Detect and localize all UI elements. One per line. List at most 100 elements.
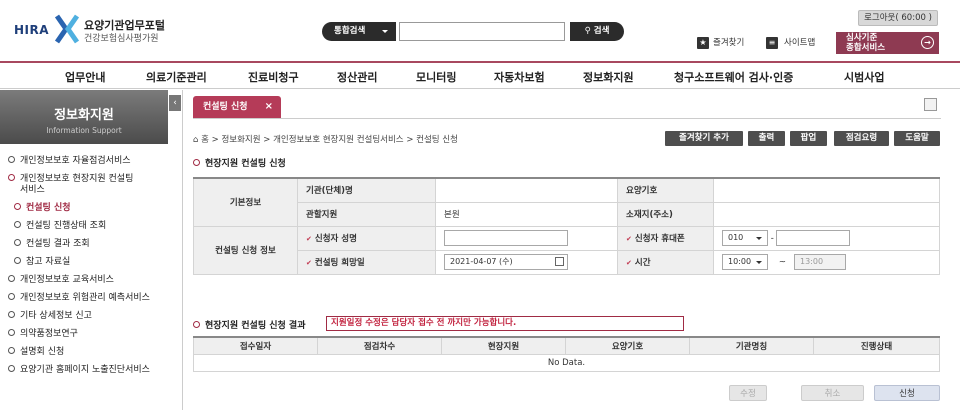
sidebar-item[interactable]: 의약품정보연구 <box>8 329 78 340</box>
circle-bullet-icon <box>8 293 15 300</box>
search-button-label: 검색 <box>593 26 610 36</box>
home-icon[interactable]: ⌂ <box>193 135 201 145</box>
date-input[interactable]: 2021-04-07 (수) <box>444 254 568 270</box>
arrow-right-icon: → <box>921 36 934 49</box>
circle-bullet-icon <box>8 174 15 181</box>
applicant-label: 신청자 성명 <box>297 225 436 251</box>
gnb-item[interactable]: 모니터링 <box>416 69 456 85</box>
required-mark-icon <box>306 258 315 268</box>
sidebar-title: 정보화지원 <box>54 108 114 123</box>
popup-button[interactable]: 팝업 <box>790 131 827 146</box>
phone-number-input[interactable] <box>776 230 851 246</box>
time-start-select[interactable]: 10:00 <box>722 254 768 270</box>
global-search: 통합검색 ⚲ 검색 <box>322 22 624 41</box>
gnb-item[interactable]: 자동차보험 <box>494 69 545 85</box>
close-icon[interactable]: × <box>265 96 273 118</box>
sidebar-item[interactable]: 개인정보보호 자율점검서비스 <box>8 156 131 167</box>
column-header: 기관명칭 <box>689 336 814 355</box>
breadcrumb: ⌂ 홈 > 정보화지원 > 개인정보보호 현장지원 컨설팅서비스 > 컨설팅 신… <box>193 135 458 145</box>
logo-subtitle: 건강보험심사평가원 <box>84 34 159 44</box>
sidebar-item-label: 개인정보보호 교육서비스 <box>20 275 114 285</box>
tab-consulting-apply[interactable]: 컨설팅 신청 × <box>193 96 281 118</box>
edit-button[interactable]: 수정 <box>729 385 767 401</box>
form-section-title: 현장지원 컨설팅 신청 <box>193 156 286 169</box>
time-cell: 10:00 ~ 13:00 <box>713 249 940 275</box>
circle-bullet-icon <box>8 311 15 318</box>
sidebar-item-label: 컨설팅 진행상태 조회 <box>26 221 107 231</box>
sidebar-subitem[interactable]: 컨설팅 진행상태 조회 <box>14 221 106 232</box>
help-button[interactable]: 도움말 <box>894 131 940 146</box>
portal-logo[interactable]: HIRA 요양기관업무포털 건강보험심사평가원 <box>14 12 174 46</box>
phone-prefix-select[interactable]: 010 <box>722 230 768 246</box>
add-favorite-button[interactable]: 즐겨찾기 추가 <box>665 131 743 146</box>
sidebar-subitem-apply[interactable]: 컨설팅 신청 <box>14 203 71 214</box>
gnb-item[interactable]: 업무안내 <box>65 69 105 85</box>
logo-mark-icon <box>54 14 80 44</box>
apply-button[interactable]: 신청 <box>874 385 940 401</box>
required-mark-icon <box>626 258 635 268</box>
sidebar-item-label: 요양기관 홈페이지 노출진단서비스 <box>20 365 150 375</box>
calendar-icon[interactable] <box>555 257 564 266</box>
breadcrumb-path: 정보화지원 > 개인정보보호 현장지원 컨설팅서비스 > 컨설팅 신청 <box>221 135 458 145</box>
sidebar-item-label: 개인정보보호 자율점검서비스 <box>20 156 131 166</box>
favorites-link[interactable]: ★ 즐겨찾기 <box>697 35 744 51</box>
date-value: 2021-04-07 (수) <box>450 257 513 266</box>
search-input[interactable] <box>399 22 565 41</box>
sidebar-subitem[interactable]: 컨설팅 결과 조회 <box>14 239 90 250</box>
sidebar-divider <box>182 90 183 410</box>
time-label: 시간 <box>617 249 714 275</box>
sidebar-item[interactable]: 설명회 신청 <box>8 347 64 358</box>
window-icon[interactable] <box>924 98 937 111</box>
gnb-item[interactable]: 진료비청구 <box>248 69 299 85</box>
gnb-item[interactable]: 정산관리 <box>337 69 377 85</box>
sidebar-item-label: 개인정보보호 현장지원 컨설팅 <box>20 174 134 184</box>
circle-bullet-icon <box>14 221 21 228</box>
code-label: 요양기호 <box>617 177 714 203</box>
sidebar-item[interactable]: 기타 상세정보 신고 <box>8 311 92 322</box>
checklist-button[interactable]: 점검요령 <box>834 131 889 146</box>
tab-underline <box>193 118 941 119</box>
gnb-item[interactable]: 정보화지원 <box>583 69 634 85</box>
print-button[interactable]: 출력 <box>748 131 785 146</box>
tab-label: 컨설팅 신청 <box>203 102 248 112</box>
address-value <box>713 201 940 227</box>
column-header: 접수일자 <box>193 336 318 355</box>
date-cell: 2021-04-07 (수) <box>435 249 618 275</box>
sidebar-item-label: 기타 상세정보 신고 <box>20 311 92 321</box>
sidebar-collapse-button[interactable]: ‹ <box>169 95 181 111</box>
menu-icon: ≡ <box>766 37 778 49</box>
gnb-item[interactable]: 의료기준관리 <box>146 69 207 85</box>
sidebar-item[interactable]: 개인정보보호 교육서비스 <box>8 275 114 286</box>
gnb-item[interactable]: 청구소프트웨어 검사·인증 <box>674 69 793 85</box>
review-standard-service-button[interactable]: 심사기준 종합서비스 → <box>836 32 939 54</box>
sidebar-item[interactable]: 요양기관 홈페이지 노출진단서비스 <box>8 365 150 376</box>
phone-cell: 010 - <box>713 225 940 251</box>
org-name-value <box>435 177 618 203</box>
phone-dash: - <box>770 233 774 244</box>
sidebar-item-label-cont: 서비스 <box>20 185 45 195</box>
cancel-button[interactable]: 취소 <box>801 385 864 401</box>
applicant-name-input[interactable] <box>444 230 568 246</box>
result-table: 접수일자 점검차수 현장지원 요양기호 기관명칭 진행상태 No Data. <box>193 336 940 372</box>
circle-bullet-icon <box>14 239 21 246</box>
column-header: 점검차수 <box>317 336 442 355</box>
sidebar-subitem[interactable]: 참고 자료실 <box>14 257 70 268</box>
sidebar-item-active-group[interactable]: 개인정보보호 현장지원 컨설팅 <box>8 174 133 185</box>
column-header: 진행상태 <box>813 336 940 355</box>
search-scope-select[interactable]: 통합검색 <box>322 22 396 41</box>
sidebar-item[interactable]: 개인정보보호 위험관리 예측서비스 <box>8 293 150 304</box>
sitemap-link[interactable]: ≡ 사이트맵 <box>766 35 815 51</box>
logo-en: HIRA <box>14 23 50 37</box>
gnb-item[interactable]: 시범사업 <box>844 69 884 85</box>
logout-button[interactable]: 로그아웃( 60:00 ) <box>858 10 938 26</box>
sidebar-subtitle: Information Support <box>46 126 122 135</box>
code-value <box>713 177 940 203</box>
branch-label: 관할지원 <box>297 201 436 227</box>
search-button[interactable]: ⚲ 검색 <box>570 22 624 41</box>
breadcrumb-home[interactable]: 홈 <box>201 135 209 145</box>
applicant-label-text: 신청자 성명 <box>314 234 357 244</box>
circle-bullet-icon <box>14 257 21 264</box>
sidebar-item-label: 의약품정보연구 <box>20 329 78 339</box>
column-header: 현장지원 <box>441 336 566 355</box>
phone-label-text: 신청자 휴대폰 <box>634 234 685 244</box>
